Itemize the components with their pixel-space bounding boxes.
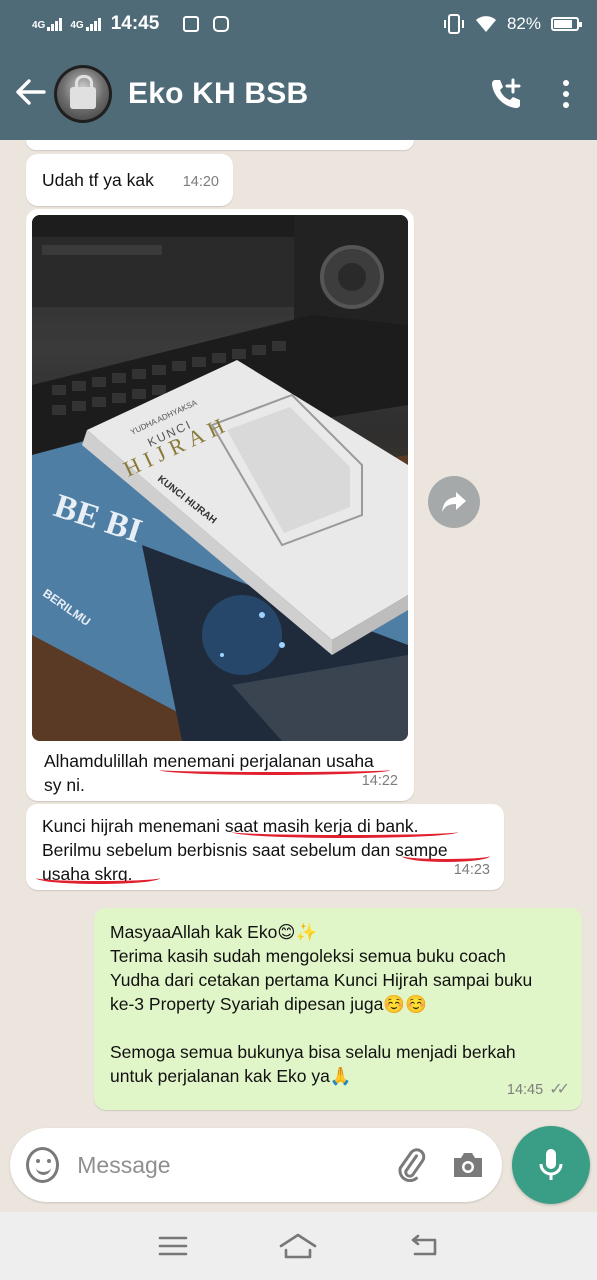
message-incoming-image[interactable]: BE BI BERILMU YUDHA ADHYAKSA KUNCI HIJRA…	[26, 209, 414, 801]
chat-header: Eko KH BSB	[0, 48, 597, 140]
message-line: Kunci hijrah menemani saat masih kerja d…	[42, 816, 419, 836]
back-icon[interactable]	[400, 1226, 448, 1266]
forward-button[interactable]	[428, 476, 480, 528]
home-icon[interactable]	[274, 1226, 322, 1266]
back-arrow-icon[interactable]	[16, 77, 50, 111]
chat-area[interactable]: Udah tf ya kak 14:20 BE BI BERILMU YUDHA…	[0, 140, 597, 1130]
message-time: 14:22	[361, 773, 398, 789]
avatar[interactable]	[54, 65, 112, 123]
signal-icon: 4G	[32, 17, 63, 31]
message-time: 14:45	[506, 1082, 544, 1098]
mail-icon	[183, 16, 200, 32]
message-incoming[interactable]: Kunci hijrah menemani saat masih kerja d…	[26, 804, 504, 890]
chat-title[interactable]: Eko KH BSB	[128, 77, 308, 111]
vibrate-icon	[443, 14, 464, 34]
menu-icon[interactable]	[149, 1226, 197, 1266]
network-type-label: 4G	[70, 19, 84, 31]
forward-icon	[442, 492, 466, 512]
instagram-icon	[213, 16, 230, 32]
wifi-icon	[475, 16, 496, 32]
book-photo[interactable]: BE BI BERILMU YUDHA ADHYAKSA KUNCI HIJRA…	[32, 215, 408, 741]
message-input[interactable]	[77, 1151, 374, 1179]
image-caption: Alhamdulillah menemani perjalanan usaha …	[44, 751, 374, 795]
message-line: Terima kasih sudah mengoleksi semua buku…	[110, 946, 506, 966]
message-line: Semoga semua bukunya bisa selalu menjadi…	[110, 1042, 516, 1062]
message-incoming[interactable]: Udah tf ya kak 14:20	[26, 154, 233, 206]
attach-icon[interactable]	[393, 1145, 429, 1185]
message-line: Berilmu sebelum berbisnis saat sebelum d…	[42, 840, 448, 860]
read-receipt-icon: ✓✓	[549, 1081, 570, 1098]
message-line: MasyaaAllah kak Eko😊✨	[110, 922, 318, 942]
status-time: 14:45	[110, 13, 160, 34]
message-line: ke-3 Property Syariah dipesan juga☺️☺️	[110, 994, 427, 1014]
message-composer	[10, 1128, 502, 1202]
system-nav-bar	[0, 1212, 597, 1280]
message-time: 14:20	[182, 174, 219, 190]
more-vert-icon[interactable]	[563, 80, 581, 108]
message-time: 14:23	[453, 862, 490, 878]
mic-icon	[539, 1149, 563, 1180]
lock-icon	[70, 75, 96, 109]
battery-percent: 82%	[506, 14, 541, 33]
battery-icon	[551, 17, 582, 31]
message-line: Yudha dari cetakan pertama Kunci Hijrah …	[110, 970, 533, 990]
message-line: usaha skrg.	[42, 864, 133, 884]
camera-icon[interactable]	[450, 1145, 486, 1185]
message-line: untuk perjalanan kak Eko ya🙏	[110, 1066, 352, 1086]
mic-button[interactable]	[512, 1126, 590, 1204]
signal-icon: 4G	[70, 17, 101, 31]
add-call-icon[interactable]	[489, 77, 523, 111]
message-text: Udah tf ya kak	[42, 170, 154, 190]
previous-message-bubble	[26, 140, 414, 150]
message-outgoing[interactable]: MasyaaAllah kak Eko😊✨ Terima kasih sudah…	[94, 908, 582, 1110]
status-bar: 4G 4G 14:45 82%	[0, 0, 597, 48]
book-photo-illustration: BE BI BERILMU YUDHA ADHYAKSA KUNCI HIJRA…	[32, 215, 408, 741]
emoji-icon[interactable]	[26, 1147, 60, 1183]
network-type-label: 4G	[32, 19, 46, 31]
